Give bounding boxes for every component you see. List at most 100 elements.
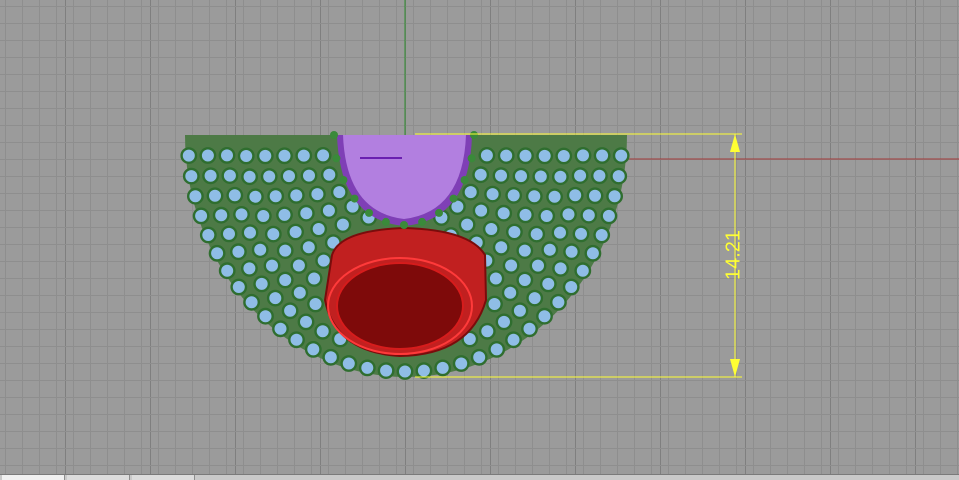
pave-stone [484,185,501,203]
pave-stone [572,225,590,243]
gem-prong [467,154,476,163]
pave-stone [571,167,589,185]
pave-stone [516,242,534,260]
gem-prong [418,217,427,226]
pave-stone [243,293,261,311]
pave-stone [550,293,567,311]
pave-stone [584,244,602,262]
pave-stone [254,207,272,225]
pave-stone [528,225,546,243]
pave-stone [264,225,282,243]
pave-stone [233,205,250,223]
pave-stone [478,146,496,164]
pave-stone [505,331,522,349]
pave-stone [263,257,281,274]
gem-prong [449,194,458,203]
pave-stone [246,188,264,206]
pave-stone [276,271,294,289]
pave-stone [539,275,557,293]
pave-stone [505,186,523,204]
pave-stone [276,206,293,224]
pave-stone [434,359,452,377]
pave-stone [462,183,480,201]
gem-prong [332,154,341,163]
pave-stone [495,204,513,222]
pave-stone [562,278,580,296]
pave-stone [516,271,534,289]
pave-stone [472,202,490,220]
pave-stone [300,167,318,185]
pave-stone [229,243,247,261]
gem-prong [435,208,443,217]
pave-stone [488,340,506,358]
pave-stone [267,187,285,205]
pave-stone [517,206,534,224]
viewport-tab-3[interactable] [132,475,195,480]
pave-stone [202,167,220,185]
pave-stone [256,147,274,165]
pave-stone [297,204,315,222]
pave-stone [610,167,628,185]
pave-stone [396,363,414,380]
pave-stone [358,359,376,377]
pave-stone [287,186,305,204]
pave-stone [199,226,217,244]
viewport-tab-1[interactable] [2,475,65,480]
pave-stone [257,307,274,325]
viewport-tab-2[interactable] [67,475,130,480]
pave-stone [208,244,226,262]
gem-prong [381,217,390,226]
pave-stone [612,147,630,165]
pave-stone [517,147,534,165]
center-opening [323,226,488,358]
pave-stone [182,167,200,185]
pave-stone [526,289,544,307]
pave-stone [566,186,584,204]
pave-stone [218,146,236,164]
pave-stone [314,322,332,340]
pave-stone [266,289,284,307]
pave-stone [552,168,569,186]
pave-stone [304,340,322,358]
pave-stone [501,284,519,302]
pave-stone [300,238,318,256]
pave-stone [415,362,433,379]
3d-viewport-front[interactable]: 14.21 [0,0,959,474]
pave-stone [486,295,503,313]
pave-stone [322,348,340,366]
pave-stone [580,206,598,224]
pave-stone [240,259,258,277]
pave-stone [606,187,623,205]
pave-stone [593,226,611,244]
pave-stone [458,216,476,234]
gem-prong [460,176,469,184]
pave-stone [220,225,238,243]
gem-prong [330,131,338,139]
pave-stone [241,168,259,186]
pave-stone [237,147,255,165]
pave-stone [314,146,332,164]
pave-stone [529,257,547,274]
pave-stone [574,146,592,164]
pave-stone [591,167,608,185]
pave-stone [593,147,611,164]
pave-stone [521,320,538,338]
pave-stone [308,185,326,203]
pave-stone [241,224,259,242]
pave-stone [546,188,563,206]
pave-stone [221,167,239,185]
dimension-arrow-top [730,134,740,152]
pave-stone [186,187,204,205]
pave-stone [340,355,358,372]
pave-stone [538,207,556,225]
pave-stone [532,168,550,185]
pave-stone [260,168,278,185]
pave-stone [555,147,573,165]
pave-stone [272,320,289,338]
pave-stone [330,183,348,201]
pave-stone [281,302,299,320]
dimension-label[interactable]: 14.21 [722,230,744,280]
pave-stone [492,238,510,256]
pave-stone [288,331,305,349]
pave-stone [512,167,530,185]
